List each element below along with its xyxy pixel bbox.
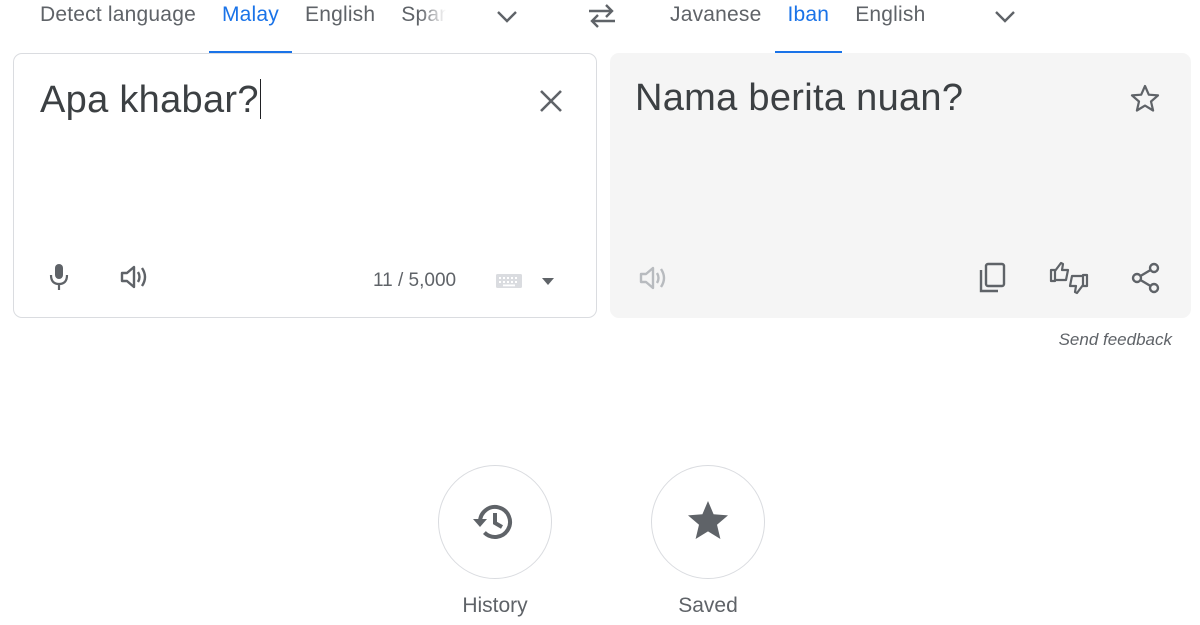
speaker-icon[interactable] bbox=[635, 261, 673, 295]
microphone-icon[interactable] bbox=[42, 260, 76, 294]
tab-english[interactable]: English bbox=[842, 0, 938, 54]
dropdown-arrow-icon[interactable] bbox=[536, 270, 560, 292]
saved-label: Saved bbox=[678, 594, 738, 617]
star-icon bbox=[688, 501, 728, 539]
close-icon[interactable] bbox=[534, 84, 568, 118]
chevron-down-icon[interactable] bbox=[991, 4, 1019, 28]
history-button[interactable] bbox=[438, 465, 552, 579]
tab-spanish[interactable]: Spanish bbox=[388, 0, 446, 54]
text-caret bbox=[259, 79, 262, 119]
saved-button[interactable] bbox=[651, 465, 765, 579]
swap-arrows-icon[interactable] bbox=[585, 3, 619, 29]
speaker-icon[interactable] bbox=[116, 260, 154, 294]
history-icon bbox=[473, 505, 512, 539]
chevron-down-icon[interactable] bbox=[493, 4, 521, 28]
source-text-input[interactable]: Apa khabar? bbox=[40, 79, 262, 122]
source-text: Apa khabar? bbox=[40, 79, 259, 121]
tab-javanese[interactable]: Javanese bbox=[657, 0, 775, 54]
history-label: History bbox=[462, 594, 528, 617]
translation-panel: Nama berita nuan? bbox=[610, 53, 1191, 318]
target-language-bar: Javanese Iban English bbox=[657, 0, 1197, 54]
send-feedback-link[interactable]: Send feedback bbox=[1059, 330, 1172, 350]
keyboard-icon[interactable] bbox=[494, 270, 524, 292]
character-counter: 11 / 5,000 bbox=[373, 270, 457, 291]
tab-english[interactable]: English bbox=[292, 0, 388, 54]
tab-malay[interactable]: Malay bbox=[208, 0, 293, 54]
copy-icon[interactable] bbox=[973, 259, 1011, 297]
source-text-panel: Apa khabar? 11 / 5,000 bbox=[13, 53, 597, 318]
tab-iban[interactable]: Iban bbox=[774, 0, 843, 54]
source-language-bar: Detect language Malay English Spanish bbox=[27, 0, 567, 54]
share-icon[interactable] bbox=[1127, 259, 1165, 297]
rate-translation-icon[interactable] bbox=[1047, 259, 1091, 297]
star-outline-icon[interactable] bbox=[1127, 81, 1163, 117]
translation-text: Nama berita nuan? bbox=[635, 77, 964, 119]
tab-detect-language[interactable]: Detect language bbox=[27, 0, 209, 54]
